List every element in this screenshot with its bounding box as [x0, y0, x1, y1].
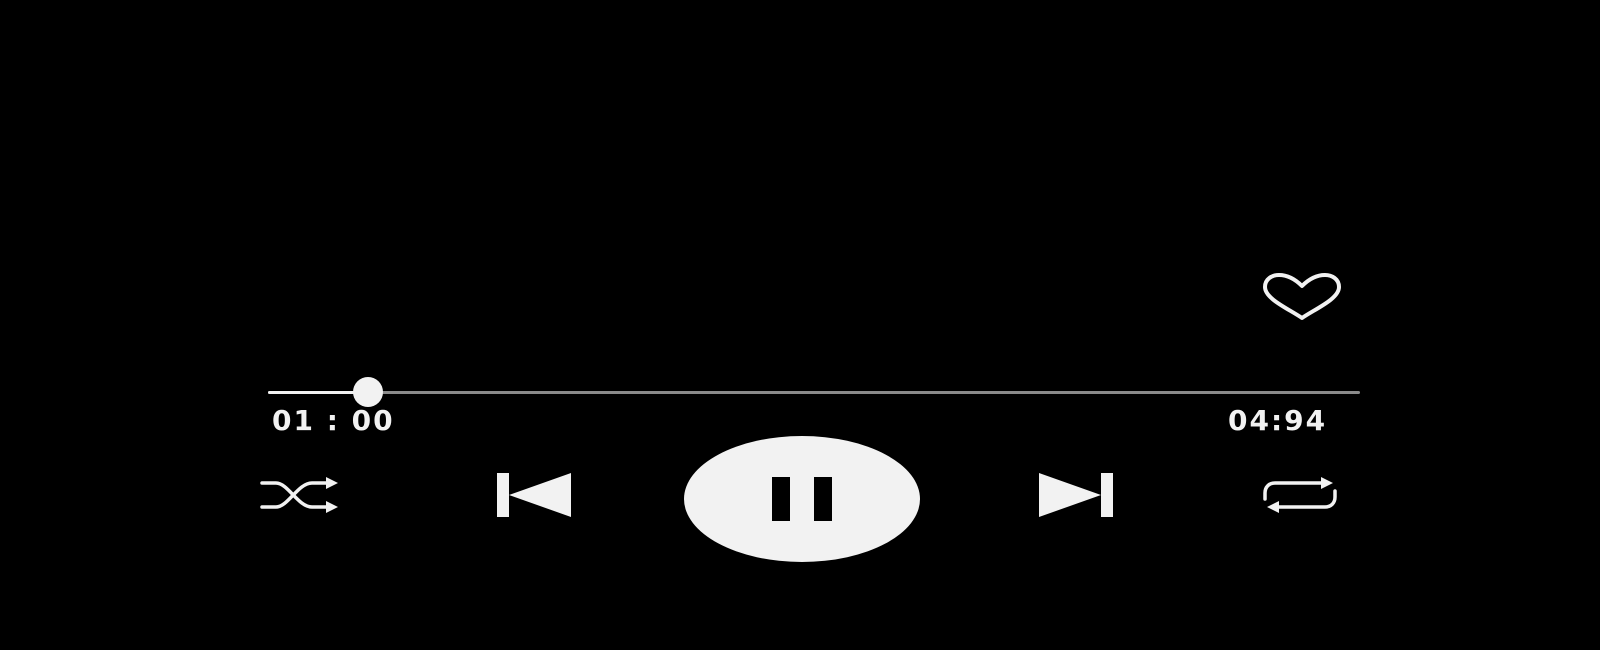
- next-button[interactable]: [1032, 466, 1120, 524]
- previous-button[interactable]: [490, 466, 578, 524]
- repeat-button[interactable]: [1254, 466, 1346, 524]
- music-player: 01 : 00 04:94: [0, 0, 1600, 650]
- total-time: 04:94: [1228, 404, 1328, 437]
- progress-thumb[interactable]: [353, 377, 383, 407]
- shuffle-icon: [260, 477, 338, 513]
- pause-icon: [772, 477, 832, 521]
- elapsed-time: 01 : 00: [272, 404, 395, 437]
- repeat-icon: [1263, 477, 1337, 513]
- like-button[interactable]: [1256, 268, 1348, 326]
- skip-next-icon: [1039, 473, 1113, 517]
- heart-outline-icon: [1263, 273, 1341, 320]
- progress-track[interactable]: [268, 391, 1360, 394]
- shuffle-button[interactable]: [256, 466, 344, 524]
- progress-bar[interactable]: [268, 374, 1360, 410]
- pause-button[interactable]: [684, 436, 920, 562]
- skip-previous-icon: [497, 473, 571, 517]
